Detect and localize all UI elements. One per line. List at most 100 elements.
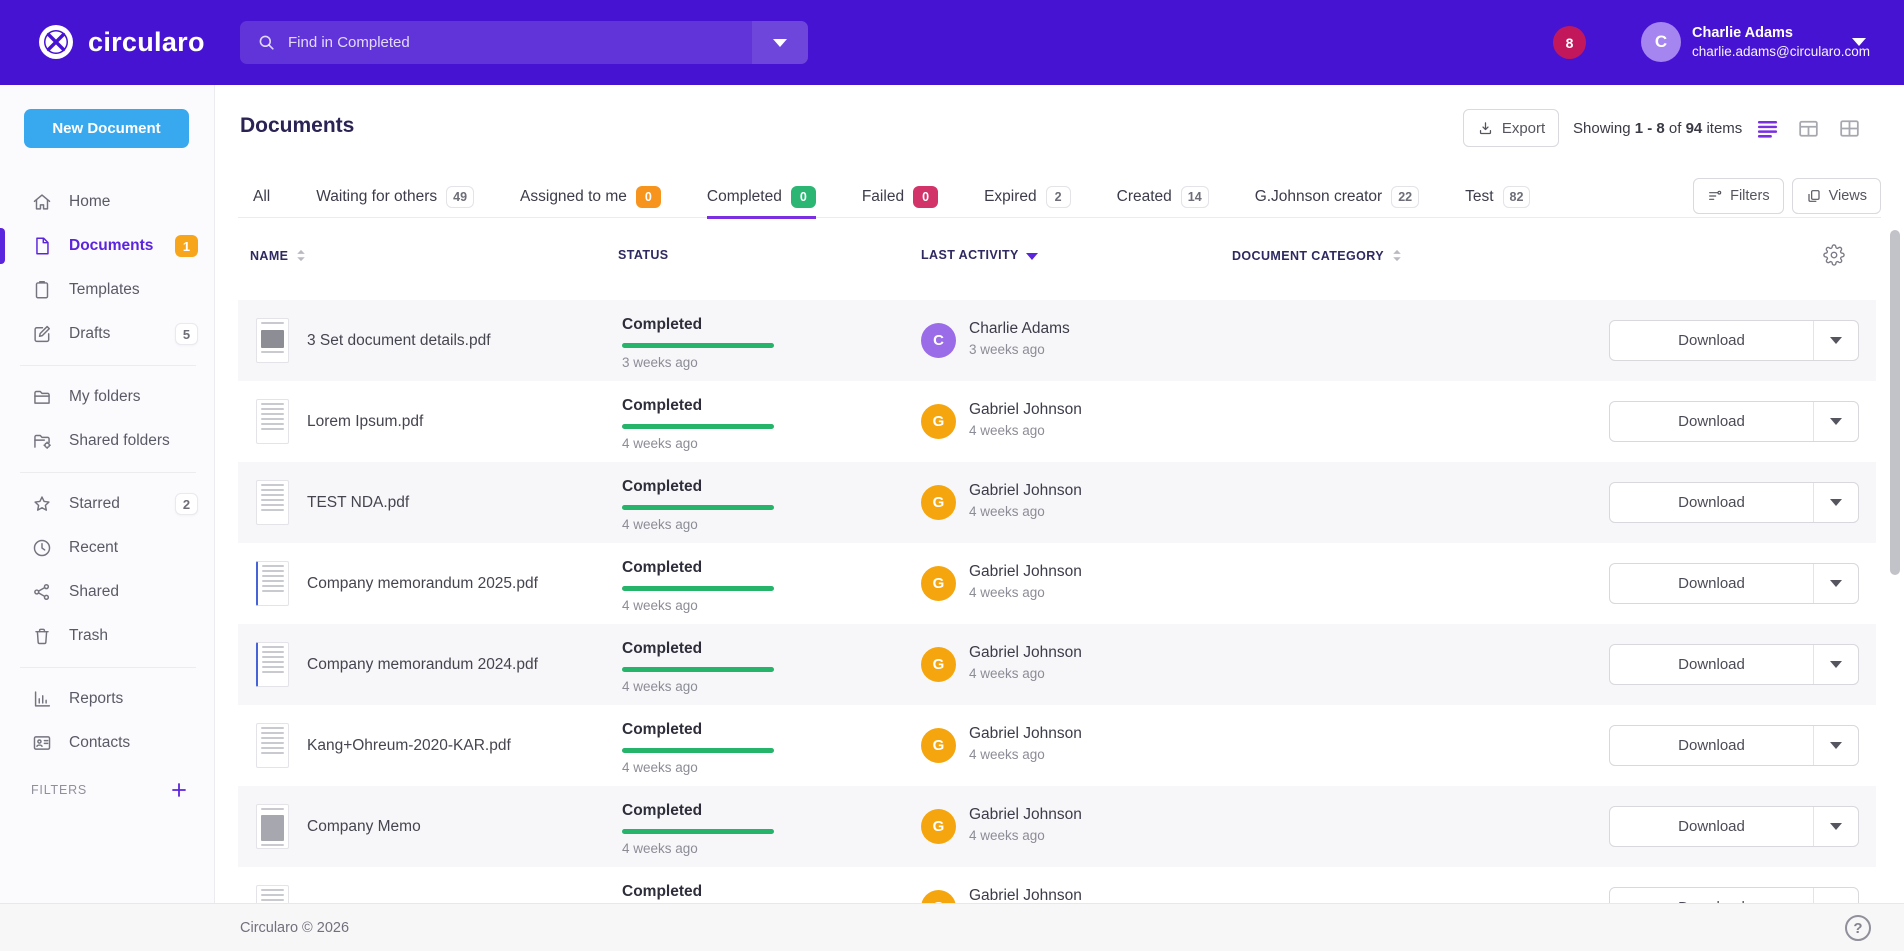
sidebar-divider (20, 365, 196, 366)
user-menu[interactable]: Charlie Adams charlie.adams@circularo.co… (1692, 24, 1870, 61)
activity-avatar: G (921, 566, 956, 601)
download-button[interactable]: Download (1609, 320, 1859, 361)
download-options-caret[interactable] (1813, 807, 1858, 846)
sidebar-item-shared-folders[interactable]: Shared folders (0, 419, 214, 463)
download-button[interactable]: Download (1609, 806, 1859, 847)
download-button[interactable]: Download (1609, 563, 1859, 604)
sidebar-item-recent[interactable]: Recent (0, 526, 214, 570)
download-button[interactable]: Download (1609, 401, 1859, 442)
download-button[interactable]: Download (1609, 482, 1859, 523)
download-button[interactable]: Download (1609, 725, 1859, 766)
tab-failed[interactable]: Failed 0 (862, 175, 938, 218)
table-view-icon[interactable] (1796, 116, 1821, 141)
sidebar-item-shared[interactable]: Shared (0, 570, 214, 614)
tab-completed[interactable]: Completed 0 (707, 175, 816, 218)
search-scope-dropdown[interactable] (752, 21, 808, 64)
download-options-caret[interactable] (1813, 402, 1858, 441)
search-icon (257, 33, 276, 52)
user-avatar[interactable]: C (1641, 22, 1681, 62)
column-header-document-category[interactable]: DOCUMENT CATEGORY (1232, 248, 1403, 263)
tab-count-badge: 0 (791, 186, 816, 208)
notifications-badge[interactable]: 8 (1553, 26, 1586, 59)
column-settings-gear-icon[interactable] (1823, 244, 1845, 266)
vertical-scrollbar[interactable] (1890, 230, 1900, 575)
user-menu-chevron-icon[interactable] (1852, 38, 1866, 46)
tab-created[interactable]: Created 14 (1117, 175, 1209, 218)
download-label: Download (1610, 402, 1813, 441)
status-time: 4 weeks ago (622, 679, 698, 694)
download-options-caret[interactable] (1813, 483, 1858, 522)
activity-time: 4 weeks ago (969, 828, 1045, 843)
column-header-last-activity[interactable]: LAST ACTIVITY (921, 248, 1038, 262)
table-row[interactable]: Lorem Ipsum.pdf Completed 4 weeks ago G … (238, 381, 1876, 462)
new-document-button[interactable]: New Document (24, 109, 189, 148)
column-header-status[interactable]: STATUS (618, 248, 669, 262)
table-row[interactable]: 3 Set document details.pdf Completed 3 w… (238, 300, 1876, 381)
sort-icon (1391, 248, 1403, 263)
tab-g-johnson-creator[interactable]: G.Johnson creator 22 (1255, 175, 1419, 218)
tab-all[interactable]: All (253, 175, 270, 218)
user-email: charlie.adams@circularo.com (1692, 43, 1870, 61)
sidebar-item-my-folders[interactable]: My folders (0, 375, 214, 419)
tab-waiting-for-others[interactable]: Waiting for others 49 (316, 175, 474, 218)
sidebar-item-templates[interactable]: Templates (0, 268, 214, 312)
sidebar-item-drafts[interactable]: Drafts 5 (0, 312, 214, 356)
table-row[interactable]: Company memorandum 2024.pdf Completed 4 … (238, 624, 1876, 705)
help-icon[interactable]: ? (1845, 915, 1871, 941)
sidebar-item-trash[interactable]: Trash (0, 614, 214, 658)
filters-button[interactable]: Filters (1693, 178, 1783, 214)
download-options-caret[interactable] (1813, 726, 1858, 765)
table-row[interactable]: Kang+Ohreum-2020-KAR.pdf Completed 4 wee… (238, 705, 1876, 786)
chevron-down-icon (1830, 742, 1842, 749)
activity-time: 4 weeks ago (969, 423, 1045, 438)
tab-count-badge: 2 (1046, 186, 1071, 208)
sort-icon (295, 248, 307, 263)
status-progress-bar (622, 586, 774, 591)
add-filter-icon[interactable] (169, 780, 189, 800)
footer: Circularo © 2026 ? (0, 903, 1904, 951)
activity-avatar: G (921, 809, 956, 844)
items-count-summary: Showing 1 - 8 of 94 items (1573, 109, 1742, 147)
column-header-name[interactable]: NAME (250, 248, 307, 263)
view-toggles (1755, 116, 1862, 141)
download-button[interactable]: Download (1609, 644, 1859, 685)
sidebar-item-documents[interactable]: Documents 1 (0, 224, 214, 268)
brand[interactable]: circularo (36, 22, 205, 62)
tab-count-badge: 14 (1181, 186, 1209, 208)
document-thumbnail-icon (256, 480, 289, 525)
chevron-down-icon (1830, 337, 1842, 344)
download-options-caret[interactable] (1813, 564, 1858, 603)
sidebar-item-home[interactable]: Home (0, 180, 214, 224)
document-name: 3 Set document details.pdf (307, 300, 491, 381)
list-view-icon[interactable] (1755, 116, 1780, 141)
activity-time: 4 weeks ago (969, 747, 1045, 762)
page-title: Documents (240, 114, 354, 138)
activity-user-name: Gabriel Johnson (969, 482, 1082, 500)
grid-view-icon[interactable] (1837, 116, 1862, 141)
status-progress-bar (622, 748, 774, 753)
activity-avatar: G (921, 485, 956, 520)
activity-user-name: Gabriel Johnson (969, 806, 1082, 824)
sidebar-item-contacts[interactable]: Contacts (0, 721, 214, 765)
download-options-caret[interactable] (1813, 645, 1858, 684)
table-row[interactable]: TEST NDA.pdf Completed 4 weeks ago G Gab… (238, 462, 1876, 543)
tab-test[interactable]: Test 82 (1465, 175, 1530, 218)
export-button[interactable]: Export (1463, 109, 1559, 147)
sidebar-filters-section: FILTERS (0, 768, 214, 812)
views-button[interactable]: Views (1792, 178, 1881, 214)
table-row[interactable]: Company Memo Completed 4 weeks ago G Gab… (238, 786, 1876, 867)
download-options-caret[interactable] (1813, 321, 1858, 360)
sidebar-item-starred[interactable]: Starred 2 (0, 482, 214, 526)
sidebar-divider (20, 472, 196, 473)
sidebar-item-reports[interactable]: Reports (0, 677, 214, 721)
document-icon (31, 235, 53, 257)
activity-user-name: Gabriel Johnson (969, 644, 1082, 662)
tab-assigned-to-me[interactable]: Assigned to me 0 (520, 175, 661, 218)
document-name: Company memorandum 2025.pdf (307, 543, 538, 624)
activity-avatar: G (921, 728, 956, 763)
search-input[interactable]: Find in Completed (240, 21, 808, 64)
table-row[interactable]: Company memorandum 2025.pdf Completed 4 … (238, 543, 1876, 624)
tab-expired[interactable]: Expired 2 (984, 175, 1071, 218)
activity-time: 4 weeks ago (969, 504, 1045, 519)
activity-user-name: Gabriel Johnson (969, 563, 1082, 581)
